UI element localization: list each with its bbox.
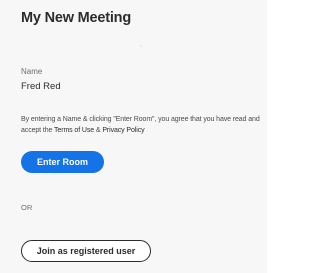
or-divider-label: OR [21, 203, 33, 212]
meeting-login-panel: My New Meeting Name Fred Red By entering… [0, 0, 267, 273]
join-as-registered-user-button[interactable]: Join as registered user [21, 240, 151, 262]
consent-text: By entering a Name & clicking "Enter Roo… [21, 114, 261, 136]
page-title: My New Meeting [21, 10, 131, 26]
name-label: Name [21, 67, 43, 76]
privacy-policy-link[interactable]: Privacy Policy [102, 127, 144, 134]
name-field[interactable]: Fred Red [21, 81, 61, 92]
decorative-dot [140, 45, 142, 47]
enter-room-button[interactable]: Enter Room [21, 151, 104, 173]
terms-of-use-link[interactable]: Terms of Use [54, 127, 94, 134]
